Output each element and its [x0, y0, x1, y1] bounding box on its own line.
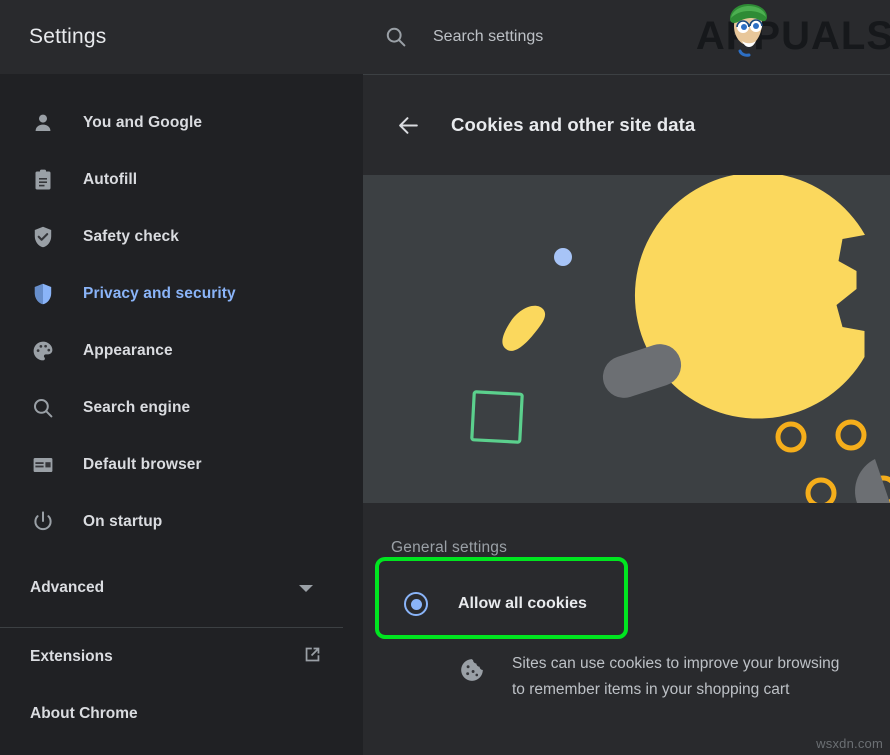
- cookies-description: Sites can use cookies to improve your br…: [391, 651, 890, 703]
- sidebar-item-about-chrome[interactable]: About Chrome: [0, 685, 363, 742]
- sidebar-item-label: Autofill: [83, 170, 138, 188]
- radio-dot: [410, 598, 422, 610]
- description-line-1: Sites can use cookies to improve your br…: [512, 655, 840, 672]
- sidebar-item-on-startup[interactable]: On startup: [0, 493, 363, 550]
- sidebar-item-default-browser[interactable]: Default browser: [0, 436, 363, 493]
- sidebar-nav: You and Google Autofill Safety check Pri…: [0, 74, 363, 550]
- power-icon: [30, 509, 56, 535]
- sidebar-item-label: Default browser: [83, 455, 202, 473]
- page-header: Cookies and other site data: [363, 75, 890, 175]
- search-icon: [30, 395, 56, 421]
- search-icon[interactable]: [381, 22, 411, 52]
- sidebar-item-appearance[interactable]: Appearance: [0, 322, 363, 379]
- description-line-2: to remember items in your shopping cart: [512, 681, 790, 699]
- sidebar-item-label: You and Google: [83, 113, 203, 131]
- radio-button-selected[interactable]: [404, 592, 428, 616]
- allow-all-cookies-option[interactable]: Allow all cookies: [391, 575, 890, 633]
- sidebar-item-privacy-and-security[interactable]: Privacy and security: [0, 265, 363, 322]
- sidebar-item-label: Appearance: [83, 341, 173, 359]
- about-chrome-label: About Chrome: [30, 704, 138, 722]
- sidebar-item-label: On startup: [83, 512, 163, 530]
- appuals-mascot-icon: [729, 4, 767, 57]
- shield-check-icon: [30, 224, 56, 250]
- shield-half-icon: [30, 281, 56, 307]
- settings-window: Settings You and Google Autofill Safety …: [0, 0, 890, 755]
- page-title: Cookies and other site data: [451, 114, 696, 135]
- cookie-icon: [459, 657, 485, 683]
- sidebar-item-advanced[interactable]: Advanced: [0, 557, 363, 619]
- sidebar-item-label: Safety check: [83, 227, 179, 245]
- sidebar-item-autofill[interactable]: Autofill: [0, 151, 363, 208]
- sidebar-item-you-and-google[interactable]: You and Google: [0, 94, 363, 151]
- sidebar: Settings You and Google Autofill Safety …: [0, 0, 363, 755]
- external-link-icon: [302, 644, 323, 670]
- cookie-illustration: [363, 175, 890, 503]
- chevron-down-icon: [299, 584, 313, 592]
- arrow-left-icon[interactable]: [391, 108, 425, 142]
- blue-dot-shape: [554, 248, 572, 266]
- advanced-label: Advanced: [30, 579, 105, 596]
- search-bar: APPUALS: [363, 0, 890, 74]
- sidebar-item-extensions[interactable]: Extensions: [0, 628, 363, 685]
- main-content: APPUALS: [363, 0, 890, 755]
- sidebar-item-search-engine[interactable]: Search engine: [0, 379, 363, 436]
- extensions-label: Extensions: [30, 647, 113, 665]
- sidebar-item-safety-check[interactable]: Safety check: [0, 208, 363, 265]
- clipboard-icon: [30, 167, 56, 193]
- brand-text: APPUALS: [695, 14, 890, 58]
- appuals-watermark-logo: APPUALS: [695, 4, 890, 67]
- cookies-description-text: Sites can use cookies to improve your br…: [512, 651, 890, 703]
- site-watermark: wsxdn.com: [816, 736, 883, 751]
- sidebar-item-label: Search engine: [83, 398, 191, 416]
- palette-icon: [30, 338, 56, 364]
- settings-title: Settings: [29, 25, 107, 48]
- sidebar-header: Settings: [0, 0, 363, 74]
- browser-window-icon: [30, 452, 56, 478]
- cookie-illustration-svg: [363, 175, 890, 503]
- search-input[interactable]: [433, 28, 683, 46]
- general-settings-section: General settings Allow all cookies Sites…: [363, 503, 890, 703]
- sidebar-item-label: Privacy and security: [83, 284, 236, 302]
- section-title: General settings: [391, 539, 508, 556]
- person-icon: [30, 110, 56, 136]
- allow-all-cookies-label: Allow all cookies: [458, 595, 587, 612]
